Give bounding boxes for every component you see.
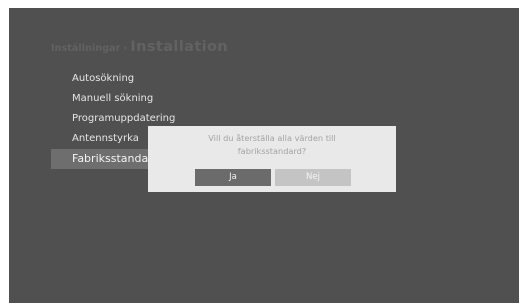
breadcrumb-parent[interactable]: Inställningar (51, 43, 120, 54)
breadcrumb-separator-icon: › (123, 43, 128, 54)
dialog-message-line-2: fabriksstandard? (237, 145, 307, 156)
dialog-message-line-1: Vill du återställa alla värden till (208, 133, 336, 143)
yes-button[interactable]: Ja (195, 169, 271, 186)
no-button[interactable]: Nej (275, 169, 351, 186)
menu-item-autosokning[interactable]: Autosökning (51, 69, 211, 89)
dialog-message: Vill du återställa alla värden till fabr… (148, 132, 396, 157)
tv-screen: Inställningar › Installation Autosökning M… (9, 8, 519, 303)
confirm-reset-dialog: Vill du återställa alla värden till fabr… (148, 126, 396, 192)
menu-item-manuell-sokning[interactable]: Manuell sökning (51, 89, 211, 109)
page-title: Installation (130, 39, 229, 55)
breadcrumb: Inställningar › Installation (51, 36, 228, 55)
